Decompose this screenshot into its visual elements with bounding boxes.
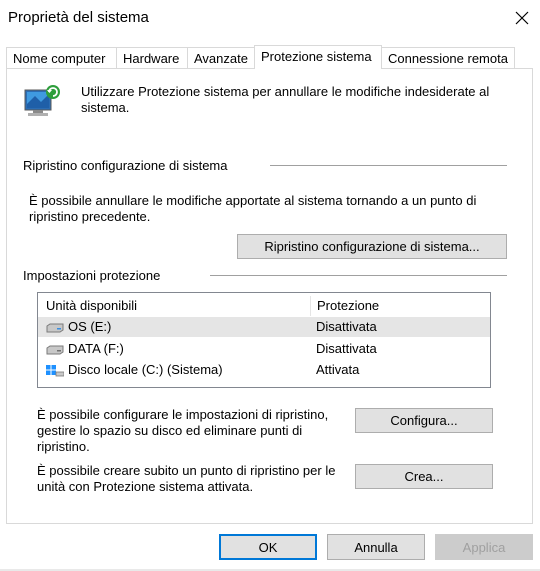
tab-avanzate[interactable]: Avanzate <box>187 47 255 68</box>
ok-button[interactable]: OK <box>219 534 317 560</box>
cancel-button[interactable]: Annulla <box>327 534 425 560</box>
configure-button[interactable]: Configura... <box>355 408 493 433</box>
apply-button[interactable]: Applica <box>435 534 533 560</box>
table-row[interactable]: Disco locale (C:) (Sistema) Attivata <box>38 360 490 380</box>
tab-hardware[interactable]: Hardware <box>116 47 188 68</box>
restore-heading: Ripristino configurazione di sistema <box>23 158 228 173</box>
table-row[interactable]: OS (E:) Disattivata <box>38 317 490 337</box>
create-description: È possibile creare subito un punto di ri… <box>37 463 336 494</box>
drive-name: Disco locale (C:) (Sistema) <box>68 362 223 377</box>
list-header: Unità disponibili Protezione <box>38 296 490 316</box>
configure-description: È possibile configurare le impostazioni … <box>37 407 329 454</box>
protection-status: Disattivata <box>316 319 377 334</box>
tab-protezione-sistema[interactable]: Protezione sistema <box>254 45 382 69</box>
close-button[interactable] <box>509 5 535 31</box>
restore-description: È possibile annullare le modifiche appor… <box>29 193 477 224</box>
protection-status: Disattivata <box>316 341 377 356</box>
protection-separator <box>210 275 507 276</box>
restore-separator <box>270 165 507 166</box>
tab-nome-computer[interactable]: Nome computer <box>6 47 117 68</box>
window-title: Proprietà del sistema <box>8 9 149 26</box>
close-icon <box>515 11 529 25</box>
protection-status: Attivata <box>316 362 360 377</box>
system-protection-icon <box>23 82 63 118</box>
create-button[interactable]: Crea... <box>355 464 493 489</box>
windows-drive-icon <box>46 364 64 376</box>
drive-icon <box>46 345 64 355</box>
protection-heading: Impostazioni protezione <box>23 268 161 283</box>
tab-connessione-remota[interactable]: Connessione remota <box>381 47 515 68</box>
intro-text: Utilizzare Protezione sistema per annull… <box>81 84 490 115</box>
column-header-protection[interactable]: Protezione <box>310 296 379 316</box>
column-header-drives[interactable]: Unità disponibili <box>46 298 137 314</box>
drive-icon <box>46 323 64 333</box>
system-restore-button[interactable]: Ripristino configurazione di sistema... <box>237 234 507 259</box>
drives-list[interactable]: Unità disponibili Protezione OS (E:) Dis… <box>37 292 491 388</box>
table-row[interactable]: DATA (F:) Disattivata <box>38 339 490 359</box>
drive-name: DATA (F:) <box>68 341 124 356</box>
drive-name: OS (E:) <box>68 319 112 334</box>
